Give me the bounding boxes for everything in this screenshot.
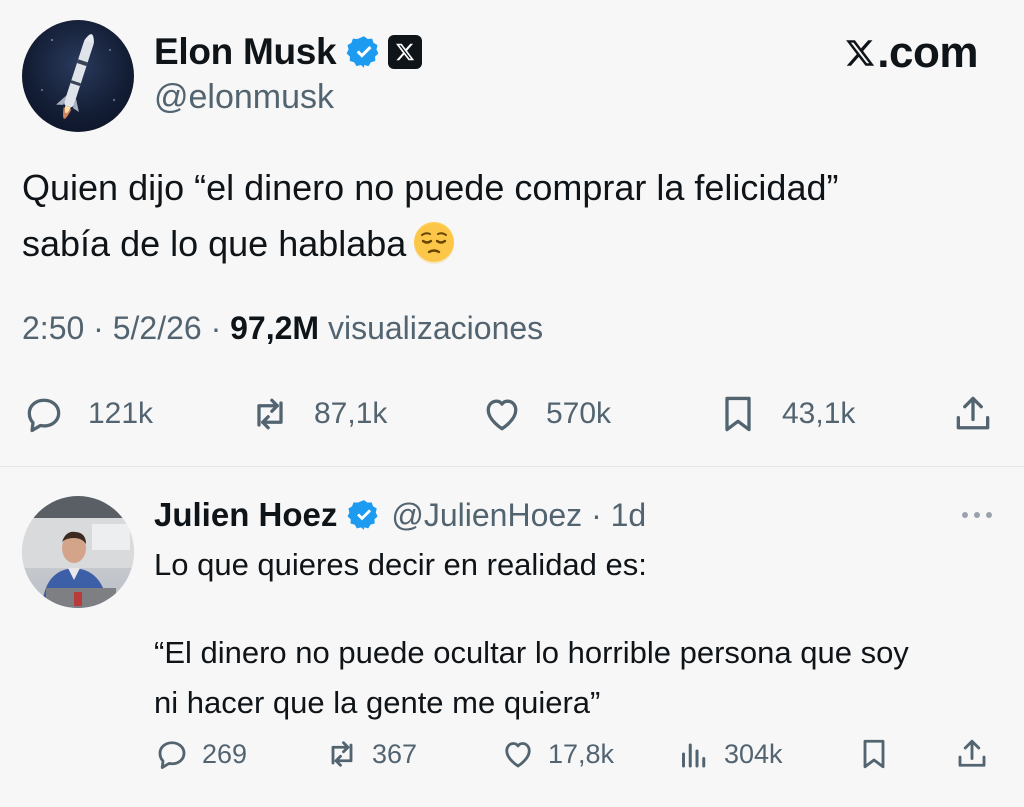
reply-share-button[interactable]: [954, 734, 1002, 774]
views-count: 97,2M: [230, 310, 320, 346]
tweet-meta: 2:50 · 5/2/26 · 97,2M visualizaciones: [22, 310, 543, 347]
tweet-screenshot: Elon Musk @elonmusk .com Quien dijo “el …: [0, 0, 1024, 807]
repost-icon: [257, 398, 283, 430]
reply-author-row: Julien Hoez @JulienHoez · 1d: [154, 492, 646, 538]
more-options-icon[interactable]: [960, 508, 994, 522]
reply-reply-count: 269: [202, 738, 248, 769]
views-label: visualizaciones: [327, 310, 544, 346]
views-chart-icon: [682, 743, 706, 768]
avatar-elon[interactable]: [22, 20, 134, 132]
share-icon: [956, 396, 990, 430]
reply-button[interactable]: 121k: [22, 390, 153, 438]
meta-separator: ·: [93, 310, 104, 346]
reply-bookmark-button[interactable]: [856, 734, 904, 774]
reply-text-line-1: Lo que quieres decir en realidad es:: [154, 547, 647, 582]
reply-icon: [158, 741, 186, 769]
reply-author-name[interactable]: Julien Hoez: [154, 496, 337, 534]
tweet-text-line-1: Quien dijo “el dinero no puede comprar l…: [22, 167, 839, 208]
reply-body: Lo que quieres decir en realidad es: “El…: [154, 540, 1014, 728]
tweet-text-line-2-text: sabía de lo que hablaba: [22, 223, 407, 264]
author-row: Elon Musk: [154, 30, 423, 74]
reply-like-button[interactable]: 17,8k: [500, 734, 614, 774]
bookmark-count: 43,1k: [782, 397, 856, 430]
author-name[interactable]: Elon Musk: [154, 31, 337, 73]
reply-icon: [27, 398, 61, 433]
like-count: 570k: [546, 397, 612, 430]
share-icon: [958, 739, 986, 767]
reply-text-line-3: ni hacer que la gente me quiera”: [154, 685, 601, 720]
avatar-julien[interactable]: [22, 496, 134, 608]
bookmark-icon: [725, 396, 751, 432]
reply-views-count: 304k: [724, 738, 783, 769]
reply-author-handle[interactable]: @JulienHoez · 1d: [391, 497, 646, 534]
heart-icon: [486, 399, 518, 431]
tweet-text-line-2: sabía de lo que hablaba: [22, 216, 1002, 272]
tweet-time[interactable]: 2:50: [22, 310, 84, 346]
rocket-image: [41, 34, 116, 119]
reply-count: 121k: [88, 397, 154, 430]
repost-count: 87,1k: [314, 397, 388, 430]
reply-text-line-2: “El dinero no puede ocultar lo horrible …: [154, 635, 909, 670]
bookmark-icon: [863, 739, 885, 769]
x-affiliate-badge-icon: [388, 35, 423, 69]
repost-icon: [331, 741, 353, 767]
author-handle[interactable]: @elonmusk: [154, 78, 334, 117]
divider: [0, 466, 1024, 467]
like-button[interactable]: 570k: [480, 390, 611, 438]
share-button[interactable]: [951, 390, 1017, 438]
repost-button[interactable]: 87,1k: [248, 390, 387, 438]
heart-icon: [505, 742, 531, 768]
x-brand-logo: .com: [843, 28, 978, 78]
reply-repost-count: 367: [372, 738, 418, 769]
brand-suffix: .com: [877, 28, 978, 77]
tweet-date[interactable]: 5/2/26: [113, 310, 202, 346]
x-logo-icon: [846, 40, 875, 66]
reply-reply-button[interactable]: 269: [154, 734, 247, 774]
reply-like-count: 17,8k: [548, 738, 615, 769]
tweet-actions: 121k 87,1k 570k 43,1k: [22, 390, 997, 438]
tweet-body: Quien dijo “el dinero no puede comprar l…: [22, 160, 1002, 272]
verified-badge-icon: [346, 36, 379, 68]
reply-repost-button[interactable]: 367: [324, 734, 417, 774]
verified-badge-icon: [347, 500, 378, 530]
reply-views-button[interactable]: 304k: [676, 734, 783, 774]
bookmark-button[interactable]: 43,1k: [716, 390, 855, 438]
pensive-face-icon: [414, 222, 455, 264]
meta-separator: ·: [210, 310, 222, 346]
person-photo-image: [22, 496, 134, 608]
reply-actions: 269 367 17,8k 304k: [154, 734, 999, 774]
